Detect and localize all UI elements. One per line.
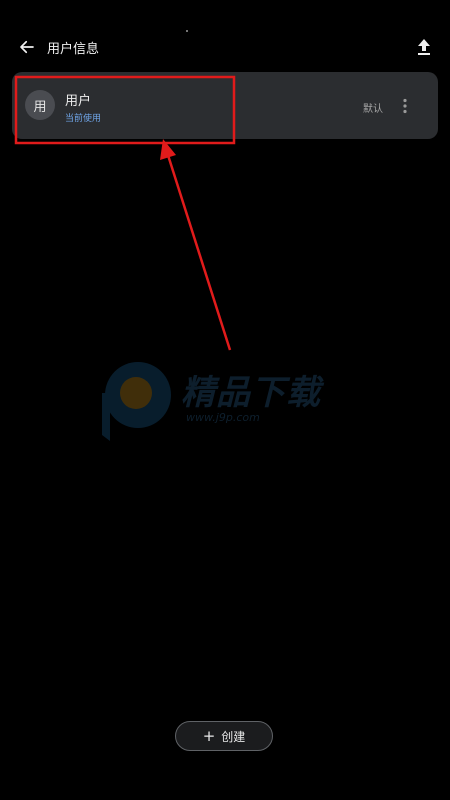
watermark-title: 精品下载 — [181, 373, 321, 413]
user-name: 用户 — [65, 94, 92, 109]
annotation-arrowhead — [160, 139, 176, 160]
back-button[interactable] — [14, 34, 40, 60]
user-profile-card[interactable]: 用 用户 当前使用 默认 — [12, 72, 438, 139]
plus-icon: + — [202, 726, 216, 745]
current-use-status: 当前使用 — [65, 114, 102, 124]
arrow-left-icon — [20, 40, 34, 54]
upload-button[interactable] — [412, 34, 436, 60]
default-label: 默认 — [363, 104, 383, 115]
page-title: 用户信息 — [47, 42, 100, 57]
more-vertical-icon — [403, 98, 407, 114]
upload-icon — [418, 39, 430, 55]
annotation-arrow — [165, 151, 232, 351]
create-button[interactable]: + 创建 — [175, 721, 273, 751]
avatar: 用 — [25, 90, 55, 120]
watermark: 精品下载 www.j9p.com — [96, 355, 356, 445]
more-options-button[interactable] — [395, 94, 415, 118]
app-header: 用户信息 — [0, 28, 450, 66]
watermark-url: www.j9p.com — [186, 411, 260, 424]
watermark-logo — [102, 362, 171, 441]
create-label: 创建 — [221, 729, 246, 744]
